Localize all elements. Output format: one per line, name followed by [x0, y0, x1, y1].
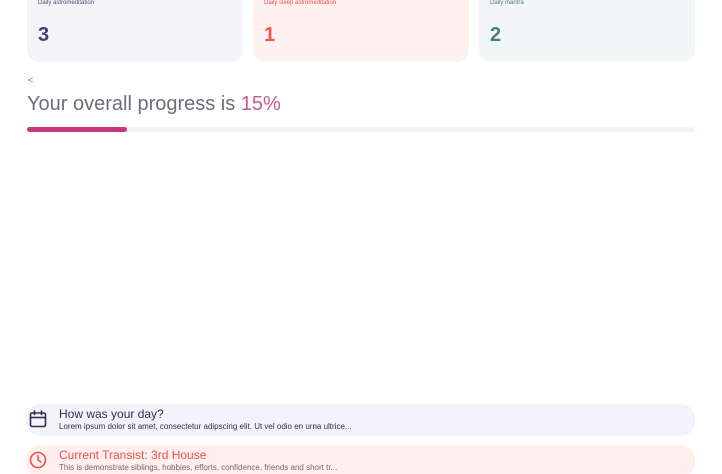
progress-bar [27, 127, 695, 132]
progress-screen: Daily astromeditation 3 Daily sleep astr… [0, 0, 722, 474]
feed-item-description: This is demonstrate siblings, hobbies, e… [59, 463, 338, 472]
progress-percent: 15% [240, 93, 281, 115]
stat-card-sleep-astromeditation[interactable]: Daily sleep astromeditation 1 [253, 0, 469, 62]
stat-value: 1 [264, 24, 276, 46]
progress-heading-text: Your overall progress is [27, 93, 241, 115]
feed-item-title: How was your day? [59, 407, 164, 421]
stat-card-mantra[interactable]: Daily mantra 2 [479, 0, 695, 62]
clock-icon [29, 451, 47, 469]
stat-label: Daily mantra [490, 0, 524, 6]
feed-item-current-transit[interactable]: Current Transist: 3rd House This is demo… [26, 445, 695, 474]
stat-label: Daily astromeditation [38, 0, 95, 6]
progress-bar-fill [27, 127, 128, 132]
feed-item-title: Current Transist: 3rd House [59, 448, 207, 462]
stat-label: Daily sleep astromeditation [264, 0, 337, 6]
feed-item-description: Lorem ipsum dolor sit amet, consectetur … [59, 422, 352, 431]
stat-value: 3 [38, 24, 50, 46]
back-chevron-icon[interactable]: < [28, 75, 33, 85]
calendar-icon [29, 410, 47, 428]
stat-card-astromeditation[interactable]: Daily astromeditation 3 [27, 0, 243, 62]
stat-value: 2 [490, 24, 502, 46]
progress-heading: Your overall progress is 15% [27, 92, 281, 116]
feed-item-daily-checkin[interactable]: How was your day? Lorem ipsum dolor sit … [26, 404, 695, 436]
